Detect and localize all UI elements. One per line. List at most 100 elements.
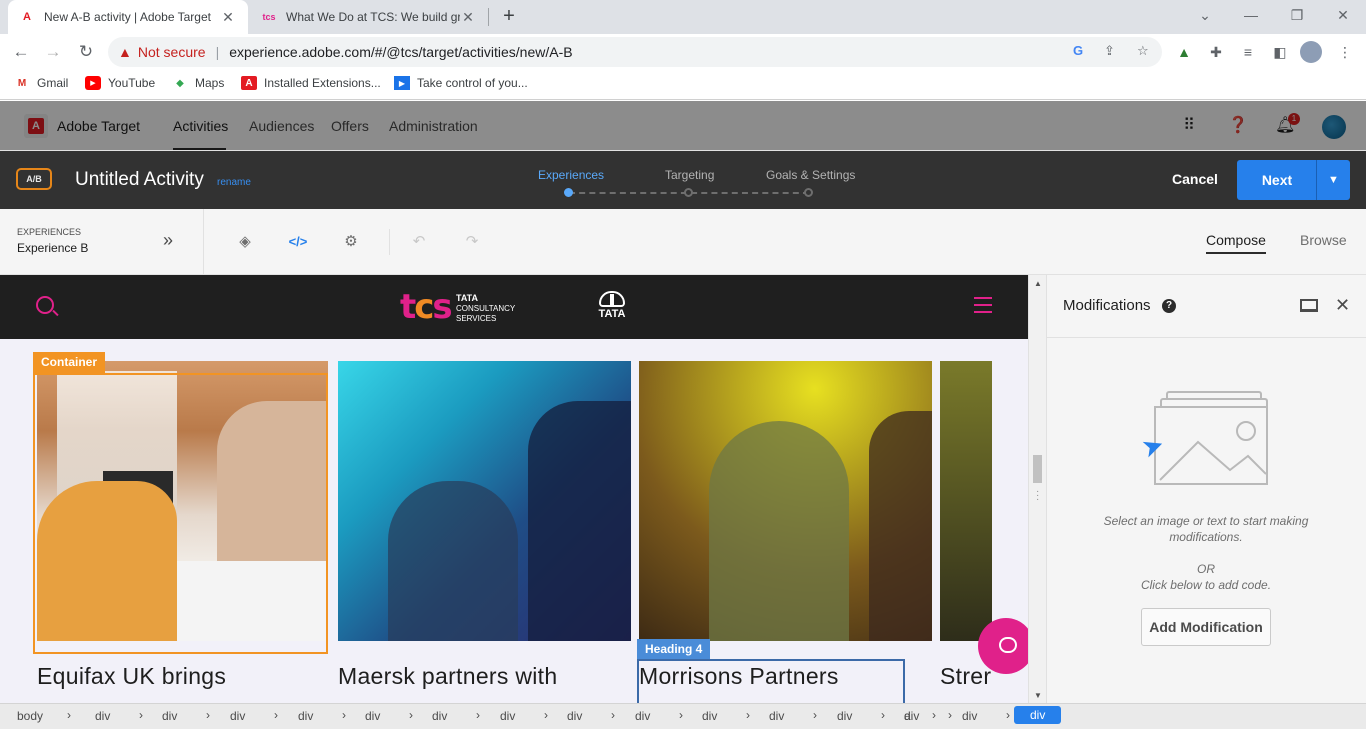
- profile-avatar[interactable]: [1300, 41, 1322, 63]
- layers-icon[interactable]: ◈: [235, 232, 255, 252]
- activity-title[interactable]: Untitled Activity: [75, 169, 204, 191]
- breadcrumb-item[interactable]: div: [230, 709, 245, 723]
- forward-icon[interactable]: →: [40, 39, 66, 65]
- scroll-up-icon[interactable]: ▲: [1034, 279, 1042, 288]
- heading-tag: Heading 4: [637, 639, 711, 659]
- scroll-thumb[interactable]: [1033, 455, 1042, 483]
- scroll-down-icon[interactable]: ▼: [1034, 691, 1042, 700]
- step-targeting[interactable]: Targeting: [665, 168, 714, 182]
- extensions-icon[interactable]: ✚: [1205, 41, 1227, 63]
- breadcrumb-item[interactable]: div: [769, 709, 784, 723]
- media-icon[interactable]: ≡: [1237, 41, 1259, 63]
- close-tab-icon[interactable]: ✕: [220, 9, 236, 26]
- breadcrumb-item[interactable]: div: [162, 709, 177, 723]
- breadcrumb-item[interactable]: div: [567, 709, 582, 723]
- breadcrumb-item[interactable]: div: [432, 709, 447, 723]
- monitor-icon[interactable]: [1300, 299, 1318, 312]
- undo-icon[interactable]: ↶: [409, 232, 429, 252]
- side-panel-icon[interactable]: ◧: [1269, 41, 1291, 63]
- breadcrumb-item[interactable]: div: [837, 709, 852, 723]
- bookmark-youtube[interactable]: ▶ YouTube: [85, 76, 155, 90]
- divider: [1047, 337, 1366, 338]
- google-icon[interactable]: G: [1073, 43, 1083, 58]
- add-modification-button[interactable]: Add Modification: [1141, 608, 1271, 646]
- cancel-button[interactable]: Cancel: [1172, 171, 1218, 187]
- chevron-down-icon[interactable]: ▼: [1317, 160, 1350, 200]
- browser-tab-adobe-target[interactable]: A New A-B activity | Adobe Target ✕: [8, 0, 248, 34]
- next-button[interactable]: Next: [1237, 160, 1317, 200]
- breadcrumb-item[interactable]: div: [95, 709, 110, 723]
- window-close-icon[interactable]: ✕: [1320, 4, 1366, 26]
- breadcrumb-item[interactable]: div: [635, 709, 650, 723]
- gmail-icon: M: [17, 77, 27, 89]
- maps-icon: ◆: [176, 77, 184, 89]
- adobe-icon: A: [23, 11, 31, 23]
- bookmark-icon: ▶: [394, 76, 410, 90]
- bookmark-star-icon[interactable]: ☆: [1137, 43, 1149, 59]
- tab-title: New A-B activity | Adobe Target: [44, 10, 211, 24]
- url-text[interactable]: experience.adobe.com/#/@tcs/target/activ…: [229, 44, 572, 60]
- add-code-hint: Click below to add code.: [1140, 578, 1272, 592]
- address-bar[interactable]: ▲ Not secure | experience.adobe.com/#/@t…: [108, 37, 1162, 67]
- card-image-maersk[interactable]: [338, 361, 631, 641]
- not-secure-label[interactable]: Not secure: [138, 44, 206, 60]
- step-experiences[interactable]: Experiences: [538, 168, 604, 182]
- breadcrumb-item-active[interactable]: div: [1014, 706, 1062, 724]
- breadcrumb-item[interactable]: a: [904, 709, 911, 723]
- minimize-icon[interactable]: —: [1228, 4, 1274, 26]
- warning-icon: ▲: [118, 44, 132, 60]
- breadcrumb-item[interactable]: div: [702, 709, 717, 723]
- share-icon[interactable]: ⇪: [1104, 43, 1115, 59]
- redo-icon[interactable]: ↷: [462, 232, 482, 252]
- card-title[interactable]: Equifax UK brings: [37, 663, 226, 690]
- rename-link[interactable]: rename: [217, 177, 251, 188]
- bookmark-take-control[interactable]: ▶ Take control of you...: [394, 76, 528, 90]
- card-image-partial[interactable]: [940, 361, 992, 641]
- tata-logo[interactable]: TATA: [594, 291, 630, 320]
- compose-tab[interactable]: Compose: [1206, 232, 1266, 254]
- restore-icon[interactable]: ❐: [1274, 4, 1320, 26]
- panel-resize-handle[interactable]: · · ·: [1036, 487, 1044, 505]
- chat-icon[interactable]: [978, 618, 1028, 674]
- step-dot-goals[interactable]: [804, 188, 813, 197]
- reload-icon[interactable]: ↻: [73, 39, 99, 65]
- breadcrumb-item[interactable]: body: [17, 709, 43, 723]
- chevron-right-icon: ›: [67, 708, 71, 722]
- step-dot-targeting[interactable]: [684, 188, 693, 197]
- bookmark-installed-extensions[interactable]: A Installed Extensions...: [241, 76, 381, 90]
- card-image-morrisons[interactable]: [639, 361, 932, 641]
- tcs-logo[interactable]: tcs: [400, 289, 453, 325]
- back-icon[interactable]: ←: [8, 39, 34, 65]
- expand-experiences-icon[interactable]: »: [163, 230, 173, 251]
- new-tab-icon[interactable]: +: [498, 4, 520, 30]
- tab-search-icon[interactable]: ⌄: [1182, 4, 1228, 26]
- code-icon[interactable]: </>: [288, 232, 308, 252]
- next-button-group: Next ▼: [1237, 160, 1350, 200]
- current-experience[interactable]: Experience B: [17, 241, 88, 255]
- chevron-right-icon: ›: [948, 708, 952, 722]
- step-goals-settings[interactable]: Goals & Settings: [766, 168, 855, 182]
- chevron-right-icon: ›: [813, 708, 817, 722]
- card-title[interactable]: Maersk partners with: [338, 663, 557, 690]
- menu-icon[interactable]: ⋮: [1334, 41, 1356, 63]
- browse-tab[interactable]: Browse: [1300, 232, 1347, 248]
- help-icon[interactable]: ?: [1162, 299, 1176, 313]
- drive-extension-icon[interactable]: ▲: [1173, 41, 1195, 63]
- breadcrumb-item[interactable]: div: [962, 709, 977, 723]
- hamburger-menu-icon[interactable]: [974, 297, 992, 315]
- breadcrumb-item[interactable]: div: [500, 709, 515, 723]
- breadcrumb-item[interactable]: div: [298, 709, 313, 723]
- browser-tab-tcs[interactable]: tcs What We Do at TCS: We build gre ✕: [250, 0, 488, 34]
- close-tab-icon[interactable]: ✕: [460, 9, 476, 26]
- bookmark-gmail[interactable]: M Gmail: [14, 76, 69, 90]
- card-title[interactable]: Strer: [940, 663, 991, 690]
- gear-icon[interactable]: ⚙: [341, 232, 361, 252]
- modal-overlay: [0, 101, 1366, 150]
- step-dot-experiences[interactable]: [564, 188, 573, 197]
- close-icon[interactable]: ✕: [1335, 295, 1350, 316]
- bookmark-label: Maps: [195, 76, 225, 90]
- breadcrumb-item[interactable]: div: [365, 709, 380, 723]
- bookmark-maps[interactable]: ◆ Maps: [172, 76, 224, 90]
- chevron-right-icon: ›: [274, 708, 278, 722]
- search-icon[interactable]: [36, 296, 54, 314]
